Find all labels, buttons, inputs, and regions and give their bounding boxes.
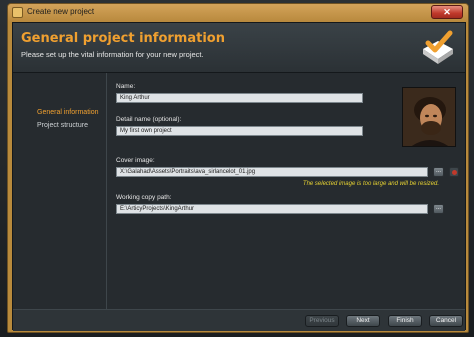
dialog-body: General information Project structure Na… xyxy=(13,73,465,309)
finish-button[interactable]: Finish xyxy=(388,315,422,327)
cover-image-browse-button[interactable]: ... xyxy=(433,167,444,177)
app-icon xyxy=(12,7,23,18)
cancel-button[interactable]: Cancel xyxy=(429,315,463,327)
wizard-nav: General information Project structure xyxy=(13,73,107,309)
portrait-image xyxy=(403,88,455,146)
dialog-header: General project information Please set u… xyxy=(13,23,465,73)
cover-image-path-field[interactable]: X:\Galahad\Assets\Portraits\ava_sirlance… xyxy=(116,167,428,177)
next-button[interactable]: Next xyxy=(346,315,380,327)
cover-image-preview xyxy=(402,87,456,147)
cover-image-warning: The selected image is too large and will… xyxy=(302,181,439,187)
nav-item-project-structure[interactable]: Project structure xyxy=(37,122,88,129)
detail-name-field[interactable]: My first own project xyxy=(116,126,363,136)
cover-image-label: Cover image: xyxy=(116,157,155,164)
project-check-icon xyxy=(423,30,453,64)
working-copy-path-field[interactable]: E:\ArticyProjects\KingArthur xyxy=(116,204,428,214)
working-copy-browse-button[interactable]: ... xyxy=(433,204,444,214)
nav-item-general-information[interactable]: General information xyxy=(37,109,98,116)
dialog-footer: Previous Next Finish Cancel xyxy=(13,309,465,331)
form-panel: Name: King Arthur Detail name (optional)… xyxy=(108,73,467,309)
title-bar[interactable]: Create new project ✕ xyxy=(8,4,468,22)
page-subtitle: Please set up the vital information for … xyxy=(21,50,204,59)
name-field[interactable]: King Arthur xyxy=(116,93,363,103)
window-title: Create new project xyxy=(27,7,95,16)
working-copy-label: Working copy path: xyxy=(116,194,172,201)
create-project-dialog: Create new project ✕ General project inf… xyxy=(7,3,469,333)
detail-name-label: Detail name (optional): xyxy=(116,116,182,123)
previous-button[interactable]: Previous xyxy=(305,315,339,327)
name-label: Name: xyxy=(116,83,136,90)
dialog-frame: General project information Please set u… xyxy=(12,22,466,331)
clear-icon xyxy=(452,170,457,175)
cover-image-clear-button[interactable] xyxy=(449,167,459,177)
close-button[interactable]: ✕ xyxy=(431,5,463,19)
page-title: General project information xyxy=(21,31,225,46)
